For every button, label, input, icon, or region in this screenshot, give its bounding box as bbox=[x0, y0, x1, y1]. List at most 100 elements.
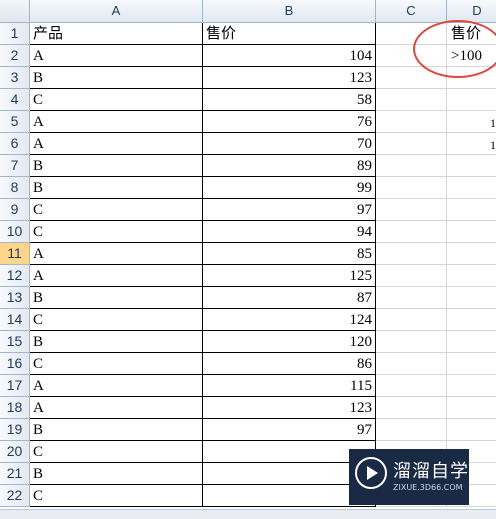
row-header[interactable]: 4 bbox=[0, 89, 30, 111]
cell-c[interactable] bbox=[376, 375, 447, 397]
row-header[interactable]: 7 bbox=[0, 155, 30, 177]
cell-d[interactable] bbox=[447, 177, 496, 199]
cell-a[interactable]: B bbox=[30, 155, 203, 177]
row-header[interactable]: 9 bbox=[0, 199, 30, 221]
cell-b[interactable]: 76 bbox=[203, 111, 376, 133]
select-all-corner[interactable] bbox=[0, 0, 30, 23]
cell-d[interactable] bbox=[447, 419, 496, 441]
cell-b[interactable]: 97 bbox=[203, 199, 376, 221]
cell-a[interactable]: C bbox=[30, 353, 203, 375]
cell-d[interactable] bbox=[447, 309, 496, 331]
cell-b[interactable]: 120 bbox=[203, 331, 376, 353]
cell-c[interactable] bbox=[376, 221, 447, 243]
row-header[interactable]: 3 bbox=[0, 67, 30, 89]
column-header-a[interactable]: A bbox=[30, 0, 203, 23]
row-header[interactable]: 16 bbox=[0, 353, 30, 375]
cell-a[interactable]: A bbox=[30, 265, 203, 287]
cell-b[interactable]: 123 bbox=[203, 67, 376, 89]
row-header[interactable]: 21 bbox=[0, 463, 30, 485]
row-header[interactable]: 2 bbox=[0, 45, 30, 67]
cell-d[interactable] bbox=[447, 397, 496, 419]
row-header[interactable]: 1 bbox=[0, 23, 30, 45]
cell-c[interactable] bbox=[376, 397, 447, 419]
cell-a[interactable]: B bbox=[30, 463, 203, 485]
cell-b[interactable]: 售价 bbox=[203, 23, 376, 45]
cell-d[interactable] bbox=[447, 287, 496, 309]
cell-c[interactable] bbox=[376, 265, 447, 287]
cell-c[interactable] bbox=[376, 243, 447, 265]
row-header[interactable]: 19 bbox=[0, 419, 30, 441]
cell-a[interactable]: C bbox=[30, 441, 203, 463]
cell-c[interactable] bbox=[376, 133, 447, 155]
cell-d[interactable] bbox=[447, 111, 496, 133]
cell-c[interactable] bbox=[376, 353, 447, 375]
cell-a[interactable]: B bbox=[30, 177, 203, 199]
cell-b[interactable]: 70 bbox=[203, 133, 376, 155]
row-header[interactable]: 13 bbox=[0, 287, 30, 309]
cell-c[interactable] bbox=[376, 89, 447, 111]
row-header[interactable]: 12 bbox=[0, 265, 30, 287]
cell-b[interactable]: 86 bbox=[203, 353, 376, 375]
cell-a[interactable]: B bbox=[30, 331, 203, 353]
cell-d[interactable] bbox=[447, 155, 496, 177]
cell-a[interactable]: C bbox=[30, 221, 203, 243]
row-header[interactable]: 6 bbox=[0, 133, 30, 155]
cell-b[interactable]: 58 bbox=[203, 89, 376, 111]
cell-a[interactable]: A bbox=[30, 111, 203, 133]
cell-d[interactable] bbox=[447, 89, 496, 111]
row-header[interactable]: 22 bbox=[0, 485, 30, 507]
row-header[interactable]: 20 bbox=[0, 441, 30, 463]
cell-a[interactable]: C bbox=[30, 199, 203, 221]
cell-c[interactable] bbox=[376, 155, 447, 177]
cell-b[interactable]: 123 bbox=[203, 397, 376, 419]
cell-a[interactable]: 产品 bbox=[30, 23, 203, 45]
cell-a[interactable]: A bbox=[30, 45, 203, 67]
cell-c[interactable] bbox=[376, 287, 447, 309]
row-header[interactable]: 10 bbox=[0, 221, 30, 243]
cell-b[interactable]: 115 bbox=[203, 375, 376, 397]
cell-b[interactable]: 97 bbox=[203, 419, 376, 441]
row-header[interactable]: 11 bbox=[0, 243, 30, 265]
cell-c[interactable] bbox=[376, 111, 447, 133]
cell-d[interactable] bbox=[447, 133, 496, 155]
cell-c[interactable] bbox=[376, 419, 447, 441]
column-header-b[interactable]: B bbox=[203, 0, 376, 23]
cell-b[interactable]: 99 bbox=[203, 177, 376, 199]
cell-c[interactable] bbox=[376, 199, 447, 221]
cell-a[interactable]: A bbox=[30, 397, 203, 419]
cell-a[interactable]: C bbox=[30, 309, 203, 331]
row-header[interactable]: 15 bbox=[0, 331, 30, 353]
row-header[interactable]: 5 bbox=[0, 111, 30, 133]
cell-d[interactable] bbox=[447, 265, 496, 287]
cell-a[interactable]: A bbox=[30, 243, 203, 265]
cell-b[interactable]: 94 bbox=[203, 221, 376, 243]
cell-b[interactable]: 85 bbox=[203, 243, 376, 265]
row-header[interactable]: 14 bbox=[0, 309, 30, 331]
cell-b[interactable]: 124 bbox=[203, 309, 376, 331]
column-header-c[interactable]: C bbox=[376, 0, 447, 23]
cell-c[interactable] bbox=[376, 309, 447, 331]
row-header[interactable]: 18 bbox=[0, 397, 30, 419]
cell-d[interactable] bbox=[447, 375, 496, 397]
cell-d[interactable] bbox=[447, 353, 496, 375]
cell-b[interactable]: 104 bbox=[203, 45, 376, 67]
cut-off-value: 1 bbox=[490, 116, 496, 130]
cell-d[interactable] bbox=[447, 331, 496, 353]
cell-a[interactable]: C bbox=[30, 89, 203, 111]
cell-d[interactable] bbox=[447, 221, 496, 243]
cell-a[interactable]: B bbox=[30, 419, 203, 441]
cell-c[interactable] bbox=[376, 177, 447, 199]
cell-d[interactable] bbox=[447, 199, 496, 221]
cell-a[interactable]: A bbox=[30, 375, 203, 397]
cell-a[interactable]: C bbox=[30, 485, 203, 507]
cell-a[interactable]: B bbox=[30, 67, 203, 89]
cell-c[interactable] bbox=[376, 331, 447, 353]
cell-a[interactable]: A bbox=[30, 133, 203, 155]
row-header[interactable]: 17 bbox=[0, 375, 30, 397]
cell-b[interactable]: 87 bbox=[203, 287, 376, 309]
cell-a[interactable]: B bbox=[30, 287, 203, 309]
row-header[interactable]: 8 bbox=[0, 177, 30, 199]
cell-b[interactable]: 125 bbox=[203, 265, 376, 287]
cell-d[interactable] bbox=[447, 243, 496, 265]
cell-b[interactable]: 89 bbox=[203, 155, 376, 177]
